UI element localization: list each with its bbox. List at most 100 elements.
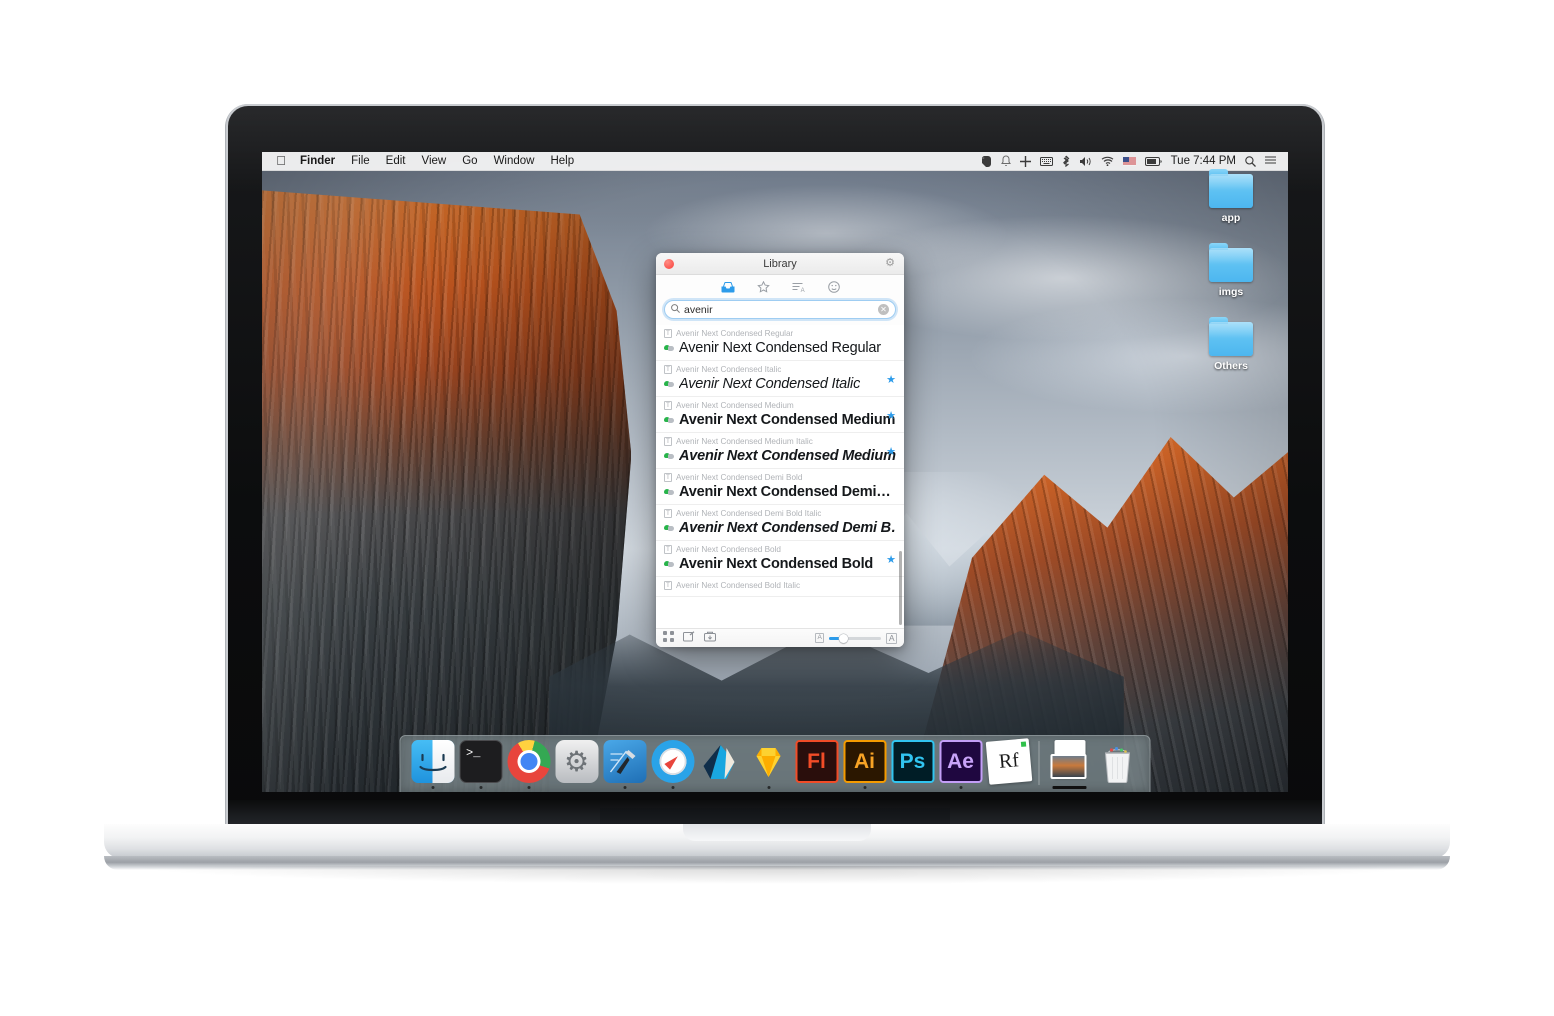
folder-icon — [1209, 243, 1253, 282]
font-file-icon: T — [664, 545, 672, 554]
font-list-item[interactable]: T Avenir Next Condensed Regular Avenir N… — [656, 325, 904, 361]
font-sample-text: Avenir Next Condensed Demi… — [679, 484, 891, 500]
compose-icon[interactable] — [683, 631, 695, 645]
dock-item-system-preferences[interactable]: ⚙ — [553, 740, 601, 792]
sketch-icon — [747, 740, 790, 783]
search-bar-container: avenir ✕ — [656, 299, 904, 325]
favorite-star-icon[interactable]: ★ — [886, 411, 896, 422]
font-status-icon — [664, 380, 674, 388]
favorite-star-icon[interactable]: ★ — [886, 555, 896, 566]
clear-icon[interactable]: ✕ — [878, 304, 889, 315]
dock-item-trash[interactable] — [1094, 740, 1142, 792]
font-list-item[interactable]: T Avenir Next Condensed Demi Bold Italic… — [656, 505, 904, 541]
dock-item-adobe-illustrator[interactable]: Ai — [841, 740, 889, 792]
large-a-label: A — [886, 632, 897, 644]
list-icon[interactable] — [1265, 152, 1276, 171]
menu-item-edit[interactable]: Edit — [378, 155, 414, 167]
menu-item-file[interactable]: File — [343, 155, 378, 167]
dock-item-safari[interactable] — [649, 740, 697, 792]
font-sample-line: Avenir Next Condensed Demi B… — [664, 520, 896, 536]
adobe-illustrator-icon: Ai — [843, 740, 886, 783]
menu-bar-clock[interactable]: Tue 7:44 PM — [1171, 155, 1236, 167]
menu-item-finder[interactable]: Finder — [292, 155, 343, 167]
font-list-item[interactable]: T Avenir Next Condensed Demi Bold Avenir… — [656, 469, 904, 505]
font-list[interactable]: T Avenir Next Condensed Regular Avenir N… — [656, 325, 904, 628]
running-indicator — [1116, 786, 1119, 789]
dock-item-rightfont[interactable]: Rf — [985, 738, 1033, 792]
dock-item-finder[interactable] — [409, 740, 457, 792]
dock-item-affinity-designer[interactable] — [697, 740, 745, 792]
favorite-star-icon[interactable]: ★ — [886, 375, 896, 386]
font-family-name: Avenir Next Condensed Bold — [676, 545, 781, 554]
battery-icon[interactable] — [1144, 152, 1162, 171]
evernote-icon[interactable] — [981, 152, 992, 171]
font-meta: T Avenir Next Condensed Medium — [664, 399, 896, 412]
tab-inbox[interactable] — [721, 281, 735, 293]
font-list-item[interactable]: T Avenir Next Condensed Bold Avenir Next… — [656, 541, 904, 577]
search-icon[interactable] — [1245, 152, 1256, 171]
font-sample-line: Avenir Next Condensed Bold — [664, 556, 896, 572]
font-list-item[interactable]: T Avenir Next Condensed Italic Avenir Ne… — [656, 361, 904, 397]
safari-icon — [651, 740, 694, 783]
tab-sort-alpha[interactable]: A — [792, 282, 806, 293]
dock-item-xcode[interactable] — [601, 740, 649, 792]
menu-item-window[interactable]: Window — [486, 155, 543, 167]
svg-text:A: A — [800, 288, 804, 293]
slider-knob[interactable] — [839, 633, 849, 643]
export-icon[interactable] — [704, 631, 716, 645]
font-list-item[interactable]: T Avenir Next Condensed Medium Avenir Ne… — [656, 397, 904, 433]
window-bottom-toolbar: A A — [656, 628, 904, 647]
tab-smiley[interactable] — [827, 281, 840, 293]
preview-size-slider[interactable]: A A — [814, 632, 897, 644]
apple-menu-icon[interactable]:  — [270, 154, 292, 169]
small-a-label: A — [814, 633, 825, 643]
menu-item-view[interactable]: View — [414, 155, 455, 167]
running-indicator — [575, 786, 578, 789]
running-indicator — [959, 786, 962, 789]
grid-view-icon[interactable] — [663, 631, 674, 645]
font-meta: T Avenir Next Condensed Medium Italic — [664, 435, 896, 448]
dock-item-adobe-flash[interactable]: Fl — [793, 740, 841, 792]
laptop-shadow — [140, 866, 1414, 884]
desktop-folder-imgs[interactable]: imgs — [1188, 243, 1274, 298]
volume-icon[interactable] — [1079, 152, 1092, 171]
bell-icon[interactable] — [1000, 152, 1011, 171]
font-manager-window: Library ⚙ A avenir ✕ T Avenir Next Conde… — [656, 253, 904, 647]
vertical-scrollbar[interactable] — [898, 551, 902, 625]
desktop-folder-app[interactable]: app — [1188, 169, 1274, 224]
desktop-folder-label: app — [1221, 212, 1241, 224]
font-meta: T Avenir Next Condensed Demi Bold — [664, 471, 896, 484]
font-file-icon: T — [664, 473, 672, 482]
desktop-folder-others[interactable]: Others — [1188, 317, 1274, 372]
font-list-item[interactable]: T Avenir Next Condensed Medium Italic Av… — [656, 433, 904, 469]
dock-item-adobe-photoshop[interactable]: Ps — [889, 740, 937, 792]
font-status-icon — [664, 524, 674, 532]
tab-favorites[interactable] — [756, 281, 770, 293]
favorite-star-icon[interactable]: ★ — [886, 447, 896, 458]
dock-item-adobe-aftereffects[interactable]: Ae — [937, 740, 985, 792]
laptop-base-dip — [683, 824, 871, 841]
dock-item-sketch[interactable] — [745, 740, 793, 792]
running-indicator — [431, 786, 434, 789]
flag-us-icon[interactable] — [1122, 152, 1136, 171]
gear-icon[interactable]: ⚙ — [885, 258, 895, 269]
bluetooth-icon[interactable] — [1062, 152, 1070, 171]
dock-item-google-chrome[interactable] — [505, 740, 553, 792]
dock-item-terminal[interactable]: >_ — [457, 740, 505, 792]
font-list-item[interactable]: T Avenir Next Condensed Bold Italic — [656, 577, 904, 597]
slider-track[interactable] — [829, 633, 882, 643]
keyboard-icon[interactable] — [1039, 152, 1053, 171]
wifi-icon[interactable] — [1101, 152, 1114, 171]
plus-icon[interactable] — [1019, 152, 1031, 171]
font-sample-text: Avenir Next Condensed Medium — [679, 412, 896, 428]
font-status-icon — [664, 560, 674, 568]
menu-item-go[interactable]: Go — [454, 155, 485, 167]
search-input[interactable]: avenir ✕ — [664, 300, 896, 319]
font-status-icon — [664, 344, 674, 352]
search-icon — [671, 304, 680, 315]
window-title: Library — [763, 257, 797, 270]
menu-item-help[interactable]: Help — [542, 155, 582, 167]
finder-icon — [411, 740, 454, 783]
dock-item-downloads-stack[interactable] — [1046, 740, 1094, 792]
font-sample-text: Avenir Next Condensed Italic — [679, 376, 861, 392]
